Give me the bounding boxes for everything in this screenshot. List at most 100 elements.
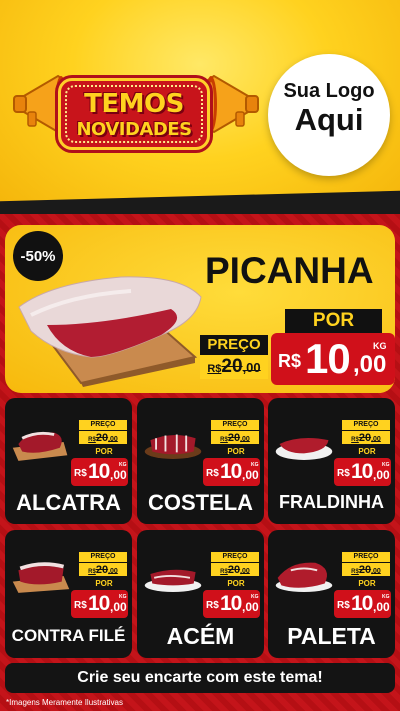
product-card[interactable]: PREÇO R$20,00 POR R$ 10,00 KG ALCATRA bbox=[5, 398, 132, 524]
price-unit: KG bbox=[251, 594, 259, 600]
create-flyer-button[interactable]: Crie seu encarte com este tema! bbox=[5, 663, 395, 693]
product-image bbox=[12, 562, 70, 593]
old-price-value: R$20,00 bbox=[211, 430, 259, 444]
price-unit: KG bbox=[119, 462, 127, 468]
price-unit: KG bbox=[119, 594, 127, 600]
old-price: PREÇO R$20,00 bbox=[200, 335, 268, 379]
megaphone-icon bbox=[206, 74, 259, 134]
old-price-cents: ,00 bbox=[371, 436, 381, 443]
product-name: FRALDINHA bbox=[279, 492, 384, 512]
banner-title: TEMOS bbox=[84, 89, 184, 119]
por-label: POR bbox=[358, 579, 376, 588]
picanha-image bbox=[18, 276, 202, 387]
new-price: R$ 10 ,00 KG bbox=[271, 333, 395, 385]
product-image bbox=[275, 562, 333, 592]
promo-banner: TEMOS NOVIDADES bbox=[58, 78, 210, 150]
old-price-currency: R$ bbox=[207, 363, 222, 375]
new-price: R$ 10,00 KG bbox=[334, 590, 391, 618]
old-price-label: PREÇO bbox=[342, 552, 390, 562]
old-price-cents: ,00 bbox=[371, 568, 381, 575]
old-price-int: 20 bbox=[95, 564, 109, 576]
price-unit: KG bbox=[251, 462, 259, 468]
price-int: 10 bbox=[351, 460, 373, 483]
old-price-label: PREÇO bbox=[211, 552, 259, 562]
discount-badge: -50% bbox=[13, 231, 63, 281]
price-cents: ,00 bbox=[373, 600, 390, 614]
new-price: R$ 10,00 KG bbox=[71, 458, 128, 486]
old-price-cents: ,00 bbox=[242, 360, 261, 375]
product-card[interactable]: PREÇO R$20,00 POR R$ 10,00 KG PALETA bbox=[268, 530, 395, 658]
old-price-value: R$20,00 bbox=[342, 430, 390, 444]
price-int: 10 bbox=[88, 592, 110, 615]
product-image bbox=[144, 434, 202, 459]
new-price: R$ 10,00 KG bbox=[71, 590, 128, 618]
logo-line1: Sua Logo bbox=[283, 80, 375, 102]
price-cents: ,00 bbox=[242, 468, 259, 482]
old-price-value: R$20,00 bbox=[200, 355, 268, 379]
old-price: PREÇO R$20,00 bbox=[211, 420, 259, 444]
old-price-int: 20 bbox=[358, 432, 372, 444]
price-int: 10 bbox=[220, 460, 242, 483]
price-currency: R$ bbox=[74, 468, 87, 479]
product-card[interactable]: PREÇO R$20,00 POR R$ 10,00 KG FRALDINHA bbox=[268, 398, 395, 524]
product-card[interactable]: PREÇO R$20,00 POR R$ 10,00 KG COSTELA bbox=[137, 398, 264, 524]
old-price-value: R$20,00 bbox=[79, 562, 127, 576]
old-price-currency: R$ bbox=[88, 569, 96, 575]
old-price-label: PREÇO bbox=[342, 420, 390, 430]
old-price: PREÇO R$20,00 bbox=[79, 552, 127, 576]
logo-line2: Aqui bbox=[294, 102, 364, 137]
price-int: 10 bbox=[88, 460, 110, 483]
product-name: ALCATRA bbox=[16, 490, 121, 515]
price-unit: KG bbox=[382, 462, 390, 468]
price-int: 10 bbox=[220, 592, 242, 615]
old-price: PREÇO R$20,00 bbox=[79, 420, 127, 444]
product-name: COSTELA bbox=[147, 490, 254, 515]
por-label: POR bbox=[227, 447, 245, 456]
old-price-int: 20 bbox=[227, 432, 241, 444]
old-price-int: 20 bbox=[221, 356, 243, 377]
product-name: ACÉM bbox=[166, 623, 235, 649]
product-name: PALETA bbox=[287, 623, 376, 649]
price-int: 10 bbox=[351, 592, 373, 615]
old-price-currency: R$ bbox=[351, 569, 359, 575]
old-price-cents: ,00 bbox=[108, 568, 118, 575]
old-price-int: 20 bbox=[227, 564, 241, 576]
price-currency: R$ bbox=[206, 600, 219, 611]
featured-product-card[interactable]: -50% PICANHA POR PREÇO R$20,00 R$ 10 ,00… bbox=[5, 225, 395, 393]
old-price-int: 20 bbox=[358, 564, 372, 576]
product-image bbox=[275, 438, 333, 460]
old-price: PREÇO R$20,00 bbox=[342, 420, 390, 444]
old-price: PREÇO R$20,00 bbox=[211, 552, 259, 576]
product-card[interactable]: PREÇO R$20,00 POR R$ 10,00 KG CONTRA FILÉ bbox=[5, 530, 132, 658]
price-cents: ,00 bbox=[110, 468, 127, 482]
por-label: POR bbox=[227, 579, 245, 588]
disclaimer: *Imagens Meramente Ilustrativas bbox=[6, 698, 123, 707]
old-price-currency: R$ bbox=[220, 437, 228, 443]
price-unit: KG bbox=[373, 341, 387, 351]
price-unit: KG bbox=[382, 594, 390, 600]
old-price-cents: ,00 bbox=[240, 436, 250, 443]
banner-subtitle: NOVIDADES bbox=[76, 119, 192, 140]
old-price-int: 20 bbox=[95, 432, 109, 444]
old-price: PREÇO R$20,00 bbox=[342, 552, 390, 576]
old-price-value: R$20,00 bbox=[342, 562, 390, 576]
old-price-label: PREÇO bbox=[200, 335, 268, 355]
product-image bbox=[144, 569, 202, 592]
price-currency: R$ bbox=[337, 468, 350, 479]
price-cents: ,00 bbox=[110, 600, 127, 614]
old-price-cents: ,00 bbox=[108, 436, 118, 443]
old-price-currency: R$ bbox=[220, 569, 228, 575]
logo-placeholder[interactable]: Sua Logo Aqui bbox=[268, 54, 390, 176]
header: TEMOS NOVIDADES Sua Logo Aqui bbox=[0, 0, 400, 214]
por-label: POR bbox=[285, 309, 382, 333]
price-currency: R$ bbox=[278, 351, 302, 371]
price-currency: R$ bbox=[337, 600, 350, 611]
por-label: POR bbox=[95, 579, 113, 588]
product-card[interactable]: PREÇO R$20,00 POR R$ 10,00 KG ACÉM bbox=[137, 530, 264, 658]
old-price-currency: R$ bbox=[351, 437, 359, 443]
old-price-label: PREÇO bbox=[211, 420, 259, 430]
price-currency: R$ bbox=[206, 468, 219, 479]
old-price-value: R$20,00 bbox=[79, 430, 127, 444]
featured-product-name: PICANHA bbox=[205, 250, 374, 291]
price-currency: R$ bbox=[74, 600, 87, 611]
